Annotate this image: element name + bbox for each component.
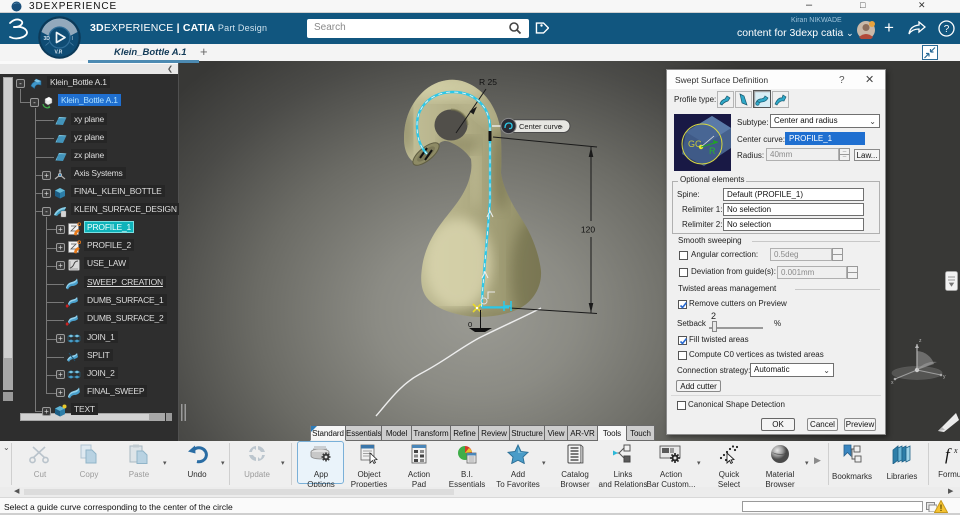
svg-text:x: x [953,446,958,455]
svg-text:V.R: V.R [55,50,63,56]
svg-text:3D: 3D [44,36,51,42]
svg-text:Center curve: Center curve [519,122,562,131]
svg-text:z: z [919,338,922,344]
svg-text:y: y [943,374,946,380]
svg-text:R: R [709,146,716,156]
svg-text:»: » [559,124,563,131]
svg-text:!: ! [940,503,943,513]
svg-text:R 25: R 25 [479,77,497,87]
svg-text:x: x [891,380,894,386]
svg-text:120: 120 [581,225,595,235]
svg-text:0: 0 [468,320,472,329]
svg-text:f: f [945,445,952,464]
svg-text:?: ? [944,24,950,35]
svg-text:I: I [72,36,73,42]
